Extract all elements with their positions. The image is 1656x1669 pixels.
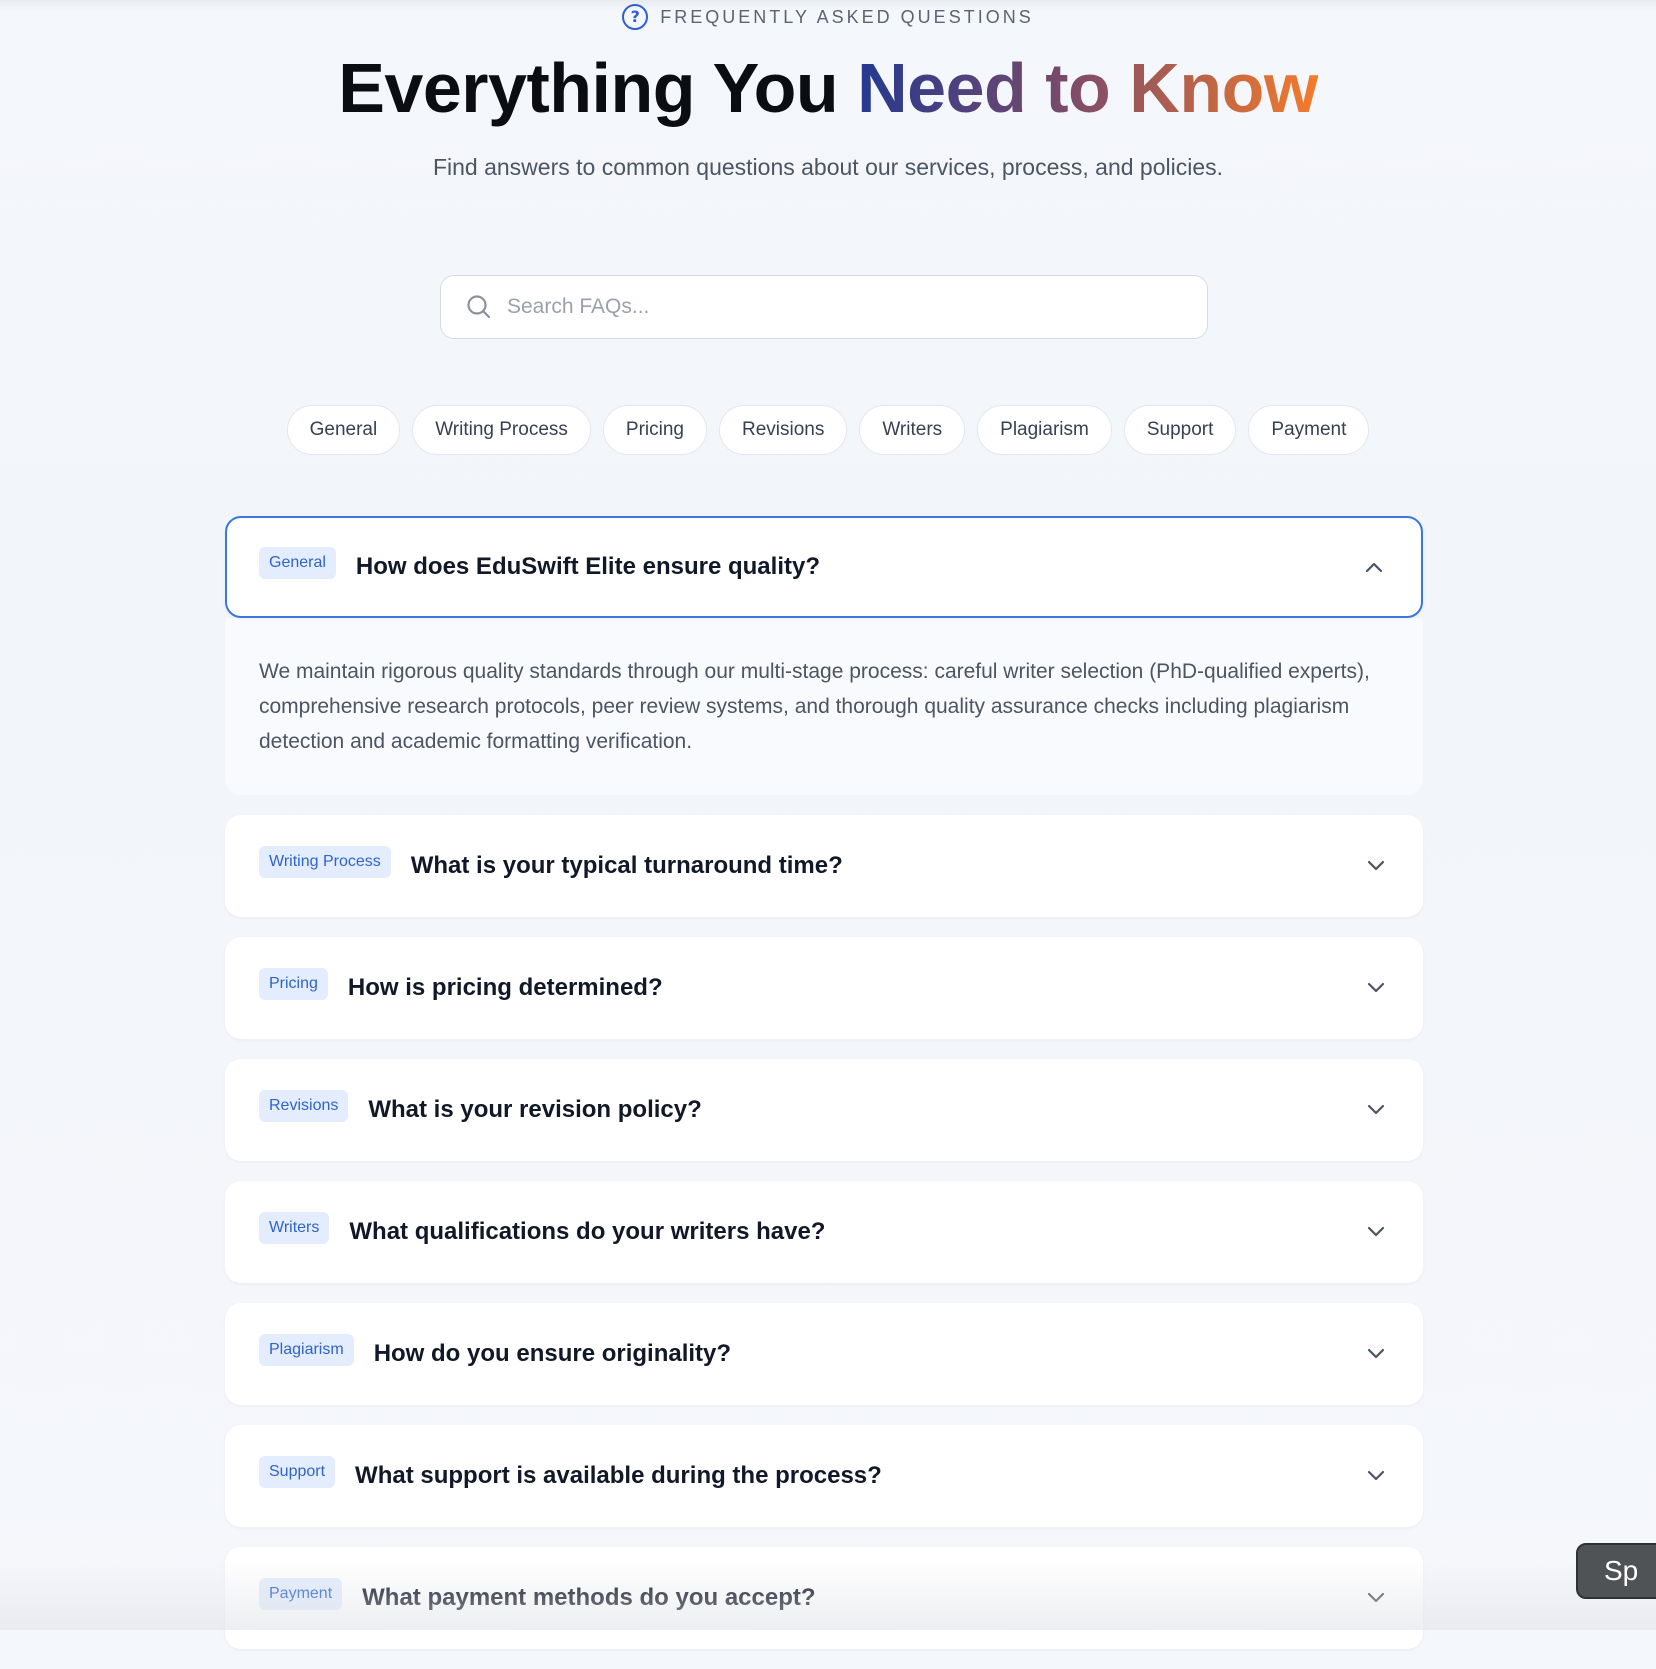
faq-answer: We maintain rigorous quality standards t… [225, 618, 1423, 795]
category-chip-revisions[interactable]: Revisions [718, 405, 848, 455]
faq-category-tag: Plagiarism [259, 1334, 354, 1366]
category-chip-plagiarism[interactable]: Plagiarism [977, 405, 1112, 455]
faq-category-tag: Payment [259, 1578, 343, 1610]
faq-question[interactable]: What is your revision policy? [368, 1096, 701, 1124]
page-subtitle: Find answers to common questions about o… [432, 154, 1224, 180]
chevron-down-icon[interactable] [1365, 977, 1387, 999]
category-filter-bar: General Writing Process Pricing Revision… [0, 405, 1656, 455]
search-box[interactable] [440, 275, 1208, 339]
page-title-plain: Everything You [338, 49, 858, 127]
chevron-down-icon[interactable] [1365, 1099, 1387, 1121]
faq-category-tag: Writers [259, 1212, 330, 1244]
question-circle-icon: ? [622, 4, 649, 30]
faq-question[interactable]: How do you ensure originality? [374, 1340, 731, 1368]
faq-item-turnaround[interactable]: Writing Process What is your typical tur… [225, 815, 1423, 917]
category-chip-writers[interactable]: Writers [859, 405, 966, 455]
faq-item-plagiarism[interactable]: Plagiarism How do you ensure originality… [225, 1303, 1423, 1405]
page-title-gradient: Need to Know [857, 49, 1318, 127]
floating-widget-label: Sp [1604, 1555, 1639, 1586]
faq-question[interactable]: What is your typical turnaround time? [411, 852, 843, 880]
faq-question[interactable]: What payment methods do you accept? [362, 1584, 815, 1612]
chevron-down-icon[interactable] [1365, 1587, 1387, 1609]
faq-category-tag: Writing Process [259, 846, 391, 878]
floating-widget-button[interactable]: Sp [1576, 1543, 1656, 1599]
faq-item-payment[interactable]: Payment What payment methods do you acce… [225, 1547, 1423, 1649]
category-chip-writing-process[interactable]: Writing Process [412, 405, 591, 455]
faq-item-pricing[interactable]: Pricing How is pricing determined? [225, 937, 1423, 1039]
faq-list: General How does EduSwift Elite ensure q… [225, 516, 1423, 1669]
faq-question[interactable]: What qualifications do your writers have… [349, 1218, 825, 1246]
faq-category-tag: General [259, 547, 336, 579]
chevron-down-icon[interactable] [1365, 855, 1387, 877]
eyebrow-text: FREQUENTLY ASKED QUESTIONS [660, 6, 1034, 27]
search-icon [461, 289, 497, 325]
faq-item-quality[interactable]: General How does EduSwift Elite ensure q… [225, 516, 1423, 618]
faq-question[interactable]: How is pricing determined? [348, 974, 663, 1002]
chevron-up-icon[interactable] [1363, 556, 1385, 578]
faq-item-revisions[interactable]: Revisions What is your revision policy? [225, 1059, 1423, 1161]
category-chip-pricing[interactable]: Pricing [602, 405, 707, 455]
faq-category-tag: Revisions [259, 1090, 349, 1122]
category-chip-general[interactable]: General [286, 405, 401, 455]
faq-question[interactable]: How does EduSwift Elite ensure quality? [356, 553, 820, 581]
faq-eyebrow: ? FREQUENTLY ASKED QUESTIONS [0, 4, 1656, 30]
chevron-down-icon[interactable] [1365, 1221, 1387, 1243]
faq-item-support[interactable]: Support What support is available during… [225, 1425, 1423, 1527]
faq-category-tag: Pricing [259, 968, 328, 1000]
category-chip-support[interactable]: Support [1123, 405, 1237, 455]
faq-item-writers[interactable]: Writers What qualifications do your writ… [225, 1181, 1423, 1283]
search-input[interactable] [497, 275, 1207, 339]
chevron-down-icon[interactable] [1365, 1465, 1387, 1487]
faq-question[interactable]: What support is available during the pro… [355, 1462, 882, 1490]
page-title: Everything You Need to Know [0, 48, 1656, 128]
category-chip-payment[interactable]: Payment [1248, 405, 1370, 455]
faq-category-tag: Support [259, 1456, 336, 1488]
chevron-down-icon[interactable] [1365, 1343, 1387, 1365]
